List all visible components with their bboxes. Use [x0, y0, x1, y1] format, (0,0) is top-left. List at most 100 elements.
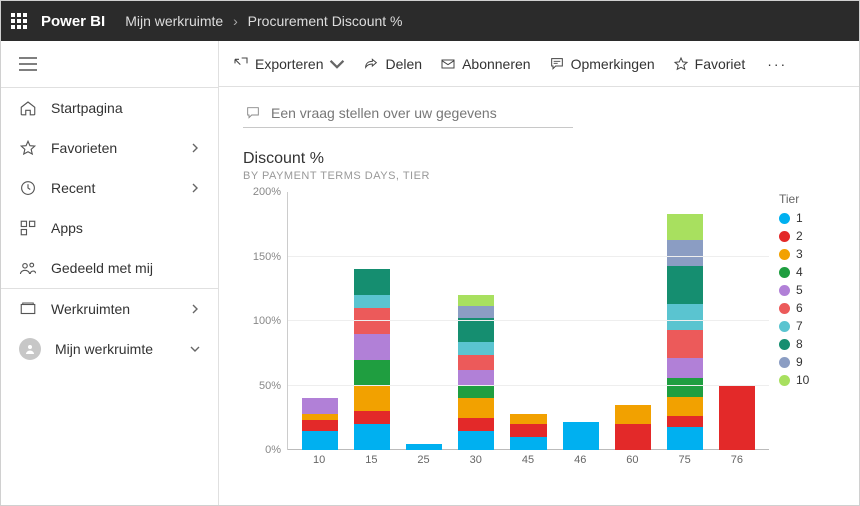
- bar-column[interactable]: [346, 269, 398, 450]
- export-label: Exporteren: [255, 56, 323, 72]
- nav-recent[interactable]: Recent: [1, 168, 218, 208]
- nav-apps[interactable]: Apps: [1, 208, 218, 248]
- app-launcher-icon[interactable]: [11, 13, 27, 29]
- legend-item[interactable]: 2: [779, 228, 839, 244]
- bar-column[interactable]: [711, 386, 763, 451]
- legend-label: 9: [796, 354, 803, 370]
- share-button[interactable]: Delen: [363, 56, 422, 72]
- nav-shared-label: Gedeeld met mij: [51, 260, 153, 276]
- bar-segment: [302, 398, 338, 413]
- bar-segment: [302, 420, 338, 430]
- legend-label: 10: [796, 372, 809, 388]
- bar-column[interactable]: [659, 214, 711, 450]
- chevron-down-icon: [329, 56, 345, 72]
- nav-workspaces[interactable]: Werkruimten: [1, 289, 218, 329]
- nav-favorites[interactable]: Favorieten: [1, 128, 218, 168]
- more-actions-button[interactable]: ···: [763, 56, 791, 72]
- legend-item[interactable]: 1: [779, 210, 839, 226]
- breadcrumb-workspace[interactable]: Mijn werkruimte: [125, 13, 223, 29]
- bar-segment: [458, 386, 494, 399]
- people-icon: [19, 259, 37, 277]
- bar-segment: [667, 427, 703, 450]
- nav-shared[interactable]: Gedeeld met mij: [1, 248, 218, 288]
- bar-segment: [354, 411, 390, 424]
- qna-placeholder: Een vraag stellen over uw gegevens: [271, 105, 497, 121]
- bar-segment: [458, 431, 494, 450]
- bar-segment: [354, 295, 390, 308]
- legend-label: 4: [796, 264, 803, 280]
- nav-workspaces-label: Werkruimten: [51, 301, 130, 317]
- bar-segment: [406, 444, 442, 450]
- nav-toggle-button[interactable]: [1, 41, 218, 87]
- legend-label: 2: [796, 228, 803, 244]
- chart-title: Discount %: [243, 150, 839, 168]
- chevron-right-icon: [190, 183, 200, 193]
- bar-segment: [302, 431, 338, 450]
- comments-label: Opmerkingen: [571, 56, 655, 72]
- x-tick-label: 10: [293, 454, 345, 466]
- bar-segment: [510, 437, 546, 450]
- bar-segment: [667, 378, 703, 397]
- chart-plot-area: [287, 192, 769, 450]
- bar-segment: [354, 360, 390, 386]
- chevron-right-icon: [190, 304, 200, 314]
- x-tick-label: 15: [345, 454, 397, 466]
- bar-column[interactable]: [450, 295, 502, 450]
- favorite-button[interactable]: Favoriet: [673, 56, 746, 72]
- bar-segment: [458, 318, 494, 341]
- legend-item[interactable]: 3: [779, 246, 839, 262]
- legend-swatch-icon: [779, 357, 790, 368]
- apps-icon: [19, 219, 37, 237]
- subscribe-button[interactable]: Abonneren: [440, 56, 531, 72]
- x-tick-label: 45: [502, 454, 554, 466]
- bar-column[interactable]: [607, 405, 659, 450]
- qna-input[interactable]: Een vraag stellen over uw gegevens: [243, 105, 573, 128]
- legend-item[interactable]: 6: [779, 300, 839, 316]
- clock-icon: [19, 179, 37, 197]
- mail-icon: [440, 56, 456, 72]
- nav-my-workspace-label: Mijn werkruimte: [55, 341, 153, 357]
- legend-swatch-icon: [779, 285, 790, 296]
- chevron-down-icon: [190, 344, 200, 354]
- legend-item[interactable]: 7: [779, 318, 839, 334]
- bar-column[interactable]: [294, 398, 346, 450]
- x-tick-label: 75: [659, 454, 711, 466]
- y-tick-label: 200%: [253, 186, 281, 198]
- legend-swatch-icon: [779, 267, 790, 278]
- x-tick-label: 25: [397, 454, 449, 466]
- chevron-right-icon: [190, 143, 200, 153]
- breadcrumb-report[interactable]: Procurement Discount %: [248, 13, 403, 29]
- legend-swatch-icon: [779, 249, 790, 260]
- bar-segment: [667, 358, 703, 377]
- bar-segment: [667, 416, 703, 426]
- workspaces-icon: [19, 300, 37, 318]
- legend-item[interactable]: 4: [779, 264, 839, 280]
- legend-label: 3: [796, 246, 803, 262]
- bar-segment: [458, 398, 494, 417]
- chart-legend: Tier 12345678910: [769, 192, 839, 390]
- bar-segment: [354, 334, 390, 360]
- bar-column[interactable]: [398, 444, 450, 450]
- bar-column[interactable]: [555, 422, 607, 450]
- legend-label: 5: [796, 282, 803, 298]
- legend-item[interactable]: 9: [779, 354, 839, 370]
- bar-segment: [354, 386, 390, 412]
- bar-segment: [719, 386, 755, 451]
- chart-visual[interactable]: Discount % BY PAYMENT TERMS DAYS, TIER 0…: [243, 150, 839, 466]
- bar-segment: [615, 405, 651, 424]
- y-tick-label: 100%: [253, 315, 281, 327]
- bar-column[interactable]: [502, 414, 554, 450]
- nav-home[interactable]: Startpagina: [1, 88, 218, 128]
- nav-recent-label: Recent: [51, 180, 95, 196]
- legend-item[interactable]: 10: [779, 372, 839, 388]
- legend-item[interactable]: 8: [779, 336, 839, 352]
- bar-segment: [667, 397, 703, 416]
- nav-my-workspace[interactable]: Mijn werkruimte: [1, 329, 218, 369]
- legend-item[interactable]: 5: [779, 282, 839, 298]
- bar-segment: [458, 295, 494, 305]
- comments-button[interactable]: Opmerkingen: [549, 56, 655, 72]
- y-tick-label: 0%: [265, 444, 281, 456]
- subscribe-label: Abonneren: [462, 56, 531, 72]
- avatar-icon: [19, 338, 41, 360]
- export-button[interactable]: Exporteren: [233, 56, 345, 72]
